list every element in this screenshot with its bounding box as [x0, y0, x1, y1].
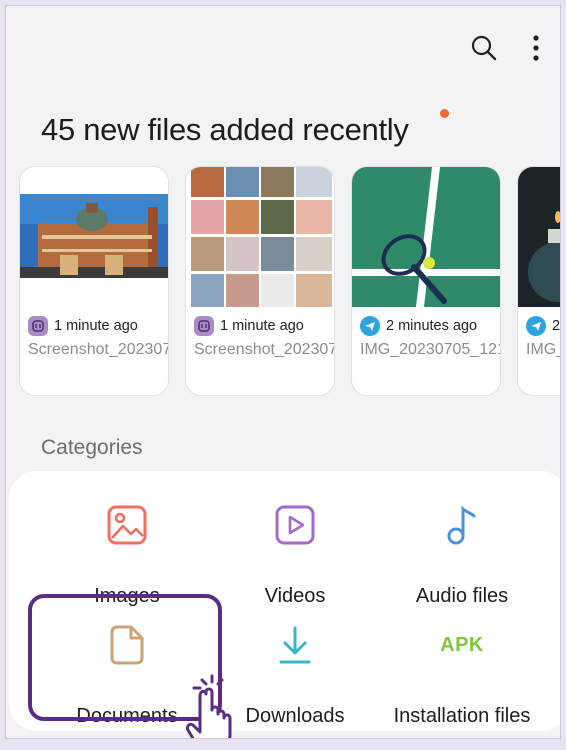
category-label: Installation files: [393, 705, 531, 727]
download-icon: [205, 621, 385, 669]
category-audio-files[interactable]: Audio files: [372, 501, 552, 611]
samsung-screenshot-icon: [194, 316, 214, 336]
file-name: Screenshot_20230705_121818...: [28, 341, 169, 358]
category-installation-files[interactable]: APK Installation files: [372, 621, 552, 731]
recent-file-card[interactable]: 1 minute ago Screenshot_20230705_121818.…: [19, 166, 169, 396]
file-thumbnail: [20, 167, 168, 307]
category-label: Videos: [264, 585, 326, 607]
file-time: 2 minutes ago: [386, 318, 478, 334]
image-icon: [37, 501, 217, 549]
recent-file-card[interactable]: 2 minutes ago IMG_20230705_121731_...: [517, 166, 561, 396]
more-options-button[interactable]: [516, 28, 556, 68]
music-note-icon: [372, 501, 552, 549]
recent-files-carousel[interactable]: 1 minute ago Screenshot_20230705_121818.…: [19, 166, 561, 398]
category-label: Audio files: [415, 585, 509, 607]
recent-file-card[interactable]: 2 minutes ago IMG_20230705_121731_402.jp…: [351, 166, 501, 396]
file-name: IMG_20230705_121731_...: [526, 341, 560, 358]
file-time: 1 minute ago: [220, 318, 304, 334]
file-meta: 1 minute ago: [28, 316, 138, 336]
file-thumbnail: [518, 167, 560, 307]
file-time: 1 minute ago: [54, 318, 138, 334]
file-time: 2 minutes ago: [552, 318, 561, 334]
top-app-bar: [420, 28, 560, 68]
recent-file-card[interactable]: 1 minute ago Screenshot_20230705_121745.…: [185, 166, 335, 396]
file-thumbnail: [352, 167, 500, 307]
categories-heading: Categories: [41, 436, 143, 459]
recent-files-headline: 45 new files added recently: [41, 112, 409, 147]
file-name: IMG_20230705_121731_402.jpg: [360, 341, 500, 358]
file-meta: 2 minutes ago: [526, 316, 561, 336]
telegram-icon: [360, 316, 380, 336]
file-name: Screenshot_20230705_121745...: [194, 341, 335, 358]
file-meta: 1 minute ago: [194, 316, 304, 336]
my-files-screen: 45 new files added recently 1 minute ago…: [5, 5, 561, 739]
file-thumbnail: [186, 167, 334, 307]
more-vert-icon: [533, 35, 539, 61]
file-meta: 2 minutes ago: [360, 316, 477, 336]
category-videos[interactable]: Videos: [205, 501, 385, 611]
telegram-icon: [526, 316, 546, 336]
tap-hand-icon: [186, 674, 232, 738]
new-indicator-dot: [440, 109, 449, 118]
search-icon: [471, 35, 497, 61]
apk-icon: APK: [440, 633, 484, 656]
samsung-screenshot-icon: [28, 316, 48, 336]
video-icon: [205, 501, 385, 549]
search-button[interactable]: [464, 28, 504, 68]
